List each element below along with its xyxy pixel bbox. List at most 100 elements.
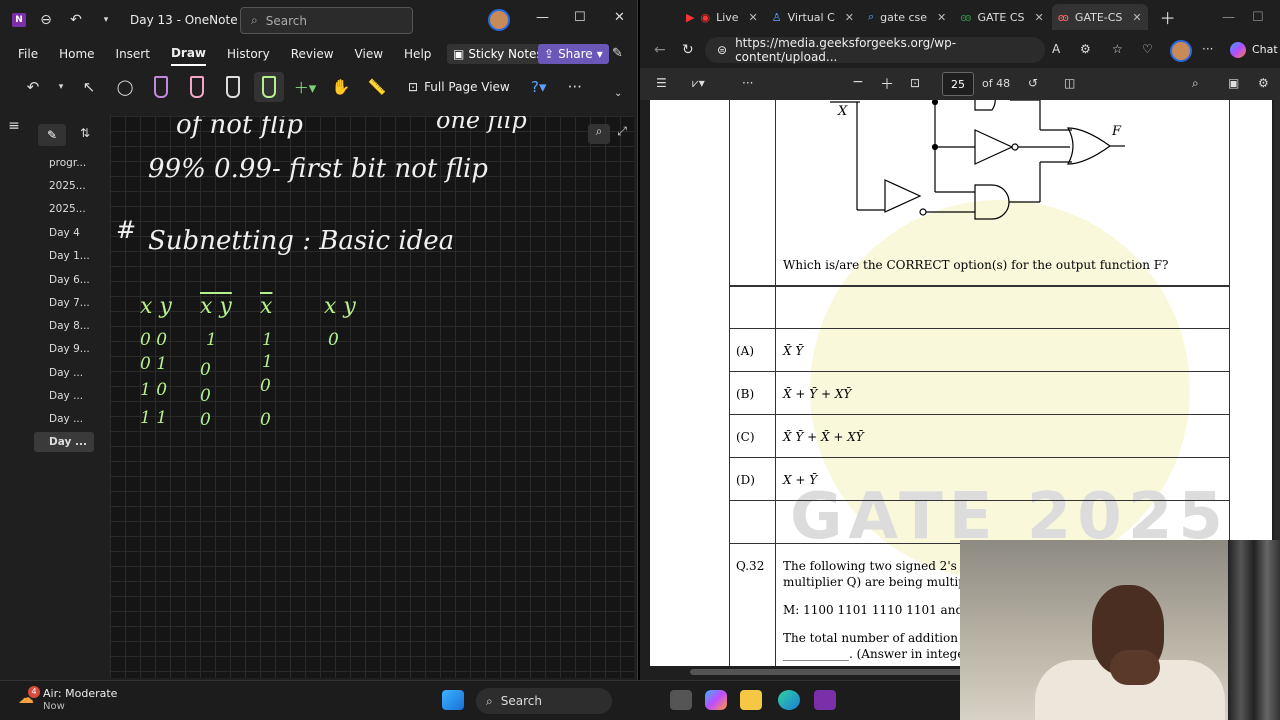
page-item[interactable]: Day 1... (49, 250, 90, 262)
share-button[interactable]: ⇪ Share ▾ (538, 44, 609, 64)
page-item[interactable]: Day ... (49, 413, 83, 425)
start-icon[interactable] (442, 690, 464, 710)
tab-live[interactable]: ▶ ◉ Live ✕ (680, 4, 764, 30)
menu-review[interactable]: Review (291, 43, 334, 65)
page-number-input[interactable]: 25 (942, 72, 974, 96)
tab-gate-pdf[interactable]: ꙭ GATE-CS ✕ (1051, 4, 1148, 30)
close-tab-icon[interactable]: ✕ (1132, 11, 1141, 24)
ruler-icon[interactable]: 📏 (362, 72, 392, 102)
tab-gfg[interactable]: ꙭ GATE CS ✕ (954, 4, 1049, 30)
draw-icon[interactable]: ⩗▾ (692, 76, 705, 91)
zoom-out-icon[interactable]: − (852, 74, 864, 90)
sort-icon[interactable]: ⇅ (80, 126, 90, 140)
page-item[interactable]: progr... (49, 157, 86, 169)
menu-draw[interactable]: Draw (170, 42, 207, 66)
favorites-icon[interactable]: ☆ (1112, 42, 1123, 56)
menu-help[interactable]: Help (404, 43, 431, 65)
page-item[interactable]: 2025... (49, 180, 86, 192)
read-aloud-icon[interactable]: A (1052, 42, 1060, 56)
pen-black-icon[interactable] (218, 72, 248, 102)
feedback-icon[interactable]: ✎ (612, 46, 623, 61)
hand-icon[interactable]: ✋ (326, 72, 356, 102)
close-tab-icon[interactable]: ✕ (845, 11, 854, 24)
avatar[interactable] (488, 9, 510, 31)
page-item[interactable]: Day 4 (49, 227, 80, 239)
menu-view[interactable]: View (355, 43, 383, 65)
close-icon[interactable]: ✕ (614, 10, 625, 25)
close-tab-icon[interactable]: ✕ (1034, 11, 1043, 24)
onenote-logo-icon: N (12, 13, 26, 27)
page-item[interactable]: 2025... (49, 203, 86, 215)
menu-history[interactable]: History (227, 43, 270, 65)
horizontal-scrollbar[interactable] (690, 669, 990, 675)
page-item[interactable]: Day ... (49, 390, 83, 402)
save-icon[interactable]: ▣ (1228, 76, 1239, 90)
undo-button[interactable]: ↶ (18, 72, 48, 102)
copilot-icon[interactable] (1230, 42, 1246, 58)
highlighter-purple-icon[interactable] (146, 72, 176, 102)
task-view-icon[interactable] (670, 690, 692, 710)
page-item-selected[interactable]: Day ... (34, 432, 94, 452)
help-icon[interactable]: ?▾ (524, 72, 554, 102)
full-page-view-button[interactable]: ⊡ Full Page View (408, 80, 510, 94)
chat-label[interactable]: Chat (1252, 43, 1278, 56)
weather-title[interactable]: Air: Moderate (43, 687, 117, 700)
refresh-icon[interactable]: ↻ (682, 42, 694, 58)
menu-home[interactable]: Home (59, 43, 94, 65)
onenote-icon[interactable] (814, 690, 836, 710)
select-icon[interactable]: ↖ (74, 72, 104, 102)
more-icon[interactable]: ··· (560, 72, 590, 102)
search-icon[interactable]: ⌕ (1192, 76, 1199, 91)
note-canvas[interactable]: of not flip one flip 99% 0.99- first bit… (110, 116, 634, 678)
add-page-icon[interactable]: ✎ (38, 124, 66, 146)
copilot-icon[interactable] (705, 690, 727, 710)
edge-icon[interactable] (778, 690, 800, 710)
dropdown-icon[interactable]: ▾ (96, 15, 116, 25)
search-icon[interactable]: ⌕ (588, 124, 610, 144)
back-icon[interactable]: ⊖ (36, 12, 56, 28)
file-explorer-icon[interactable] (740, 690, 762, 710)
tab-gate-search[interactable]: ⌕ gate cse ✕ (862, 4, 952, 30)
profile-avatar[interactable] (1170, 40, 1192, 62)
minimize-icon[interactable]: — (536, 10, 549, 25)
rotate-icon[interactable]: ↺ (1028, 76, 1038, 90)
collections-icon[interactable]: ♡ (1142, 42, 1153, 56)
page-item[interactable]: Day 7... (49, 297, 90, 309)
close-tab-icon[interactable]: ✕ (749, 11, 758, 24)
page-view-icon[interactable]: ◫ (1064, 76, 1075, 90)
maximize-icon[interactable]: ☐ (1252, 10, 1264, 25)
zoom-in-icon[interactable]: ＋ (880, 74, 894, 94)
page-item[interactable]: Day ... (49, 367, 83, 379)
page-item[interactable]: Day 8... (49, 320, 90, 332)
more-icon[interactable]: ··· (742, 76, 753, 90)
close-tab-icon[interactable]: ✕ (937, 11, 946, 24)
ribbon-collapse-icon[interactable]: ⌄ (614, 88, 622, 99)
settings-icon[interactable]: ⚙ (1258, 76, 1269, 90)
sticky-notes-button[interactable]: ▣ Sticky Notes (447, 44, 549, 64)
pen-pink-icon[interactable] (182, 72, 212, 102)
extensions-icon[interactable]: ⚙ (1080, 42, 1091, 56)
expand-icon[interactable]: ⤢ (612, 124, 632, 144)
menu-insert[interactable]: Insert (116, 43, 150, 65)
page-item[interactable]: Day 9... (49, 343, 90, 355)
menu-file[interactable]: File (18, 43, 38, 65)
fit-page-icon[interactable]: ⊡ (910, 76, 920, 90)
menu-icon[interactable]: ≡ (4, 118, 24, 134)
new-tab-icon[interactable]: ＋ (1160, 5, 1176, 29)
minimize-icon[interactable]: — (1222, 10, 1235, 25)
add-pen-icon[interactable]: ＋▾ (290, 72, 320, 102)
address-bar[interactable]: ⊜ https://media.geeksforgeeks.org/wp-con… (705, 36, 1045, 64)
more-icon[interactable]: ··· (1202, 42, 1213, 56)
tab-virtual[interactable]: ♙ Virtual C ✕ (766, 4, 860, 30)
lasso-icon[interactable]: ◯ (110, 72, 140, 102)
back-icon[interactable]: ← (654, 42, 666, 58)
desktop: N ⊖ ↶ ▾ Day 13 - OneNote ⌕ Search — ☐ ✕ … (0, 0, 1280, 720)
contents-icon[interactable]: ☰ (656, 76, 667, 90)
undo-dropdown-icon[interactable]: ▾ (54, 72, 68, 102)
taskbar-search[interactable]: ⌕ Search (476, 688, 612, 714)
undo-icon[interactable]: ↶ (66, 12, 86, 28)
pen-green-icon[interactable] (254, 72, 284, 102)
search-input[interactable]: ⌕ Search (240, 7, 413, 34)
page-item[interactable]: Day 6... (49, 274, 90, 286)
maximize-icon[interactable]: ☐ (574, 10, 586, 25)
